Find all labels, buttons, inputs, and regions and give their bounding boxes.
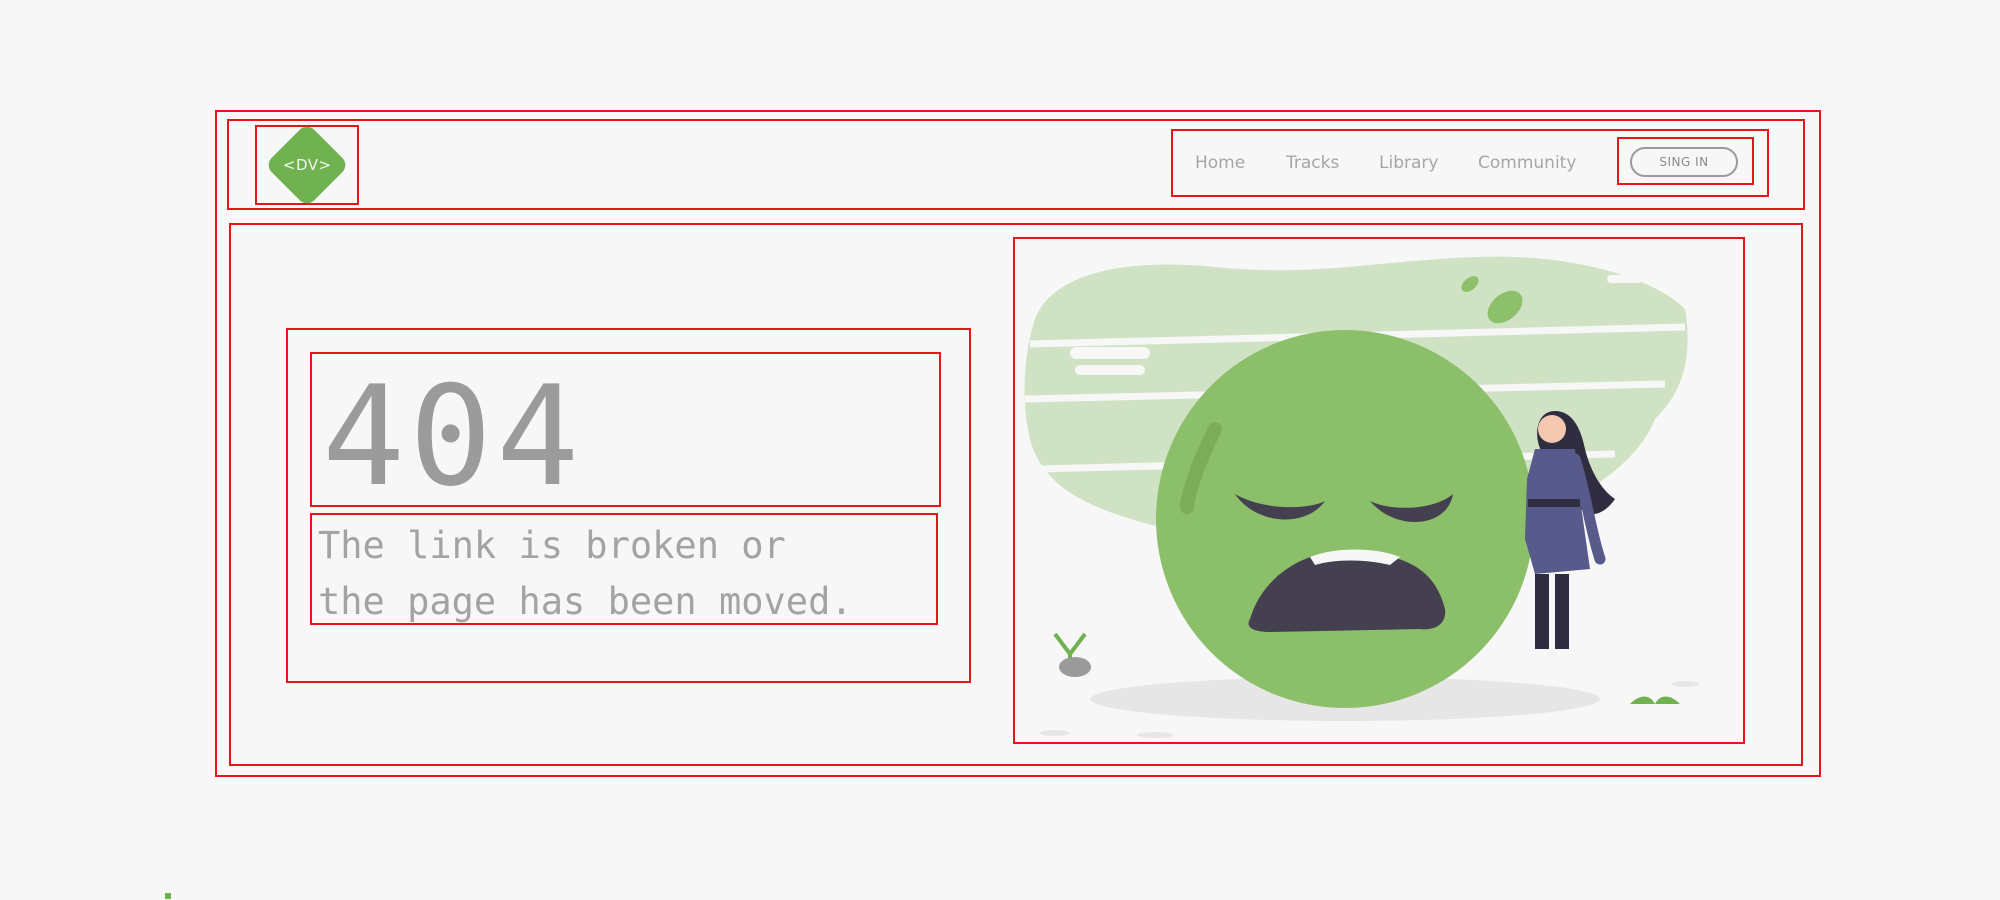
blob-pill-white: [1070, 347, 1150, 359]
logo-diamond-icon: <DV>: [264, 122, 350, 208]
woman-left-boot: [1535, 574, 1549, 649]
error-message: The link is broken or the page has been …: [318, 518, 853, 630]
rock-left: [1059, 657, 1091, 677]
ground-dash-3: [1671, 681, 1699, 687]
sad-face-circle: [1156, 330, 1534, 708]
blob-pill-white-4: [1607, 275, 1642, 283]
sign-in-button[interactable]: SING IN: [1630, 147, 1738, 177]
sad-face-illustration: [1013, 237, 1745, 744]
error-code-box: 404: [310, 352, 941, 507]
ground-dash-1: [1040, 730, 1070, 736]
error-message-box: The link is broken or the page has been …: [310, 513, 938, 625]
woman-right-boot: [1555, 574, 1569, 649]
corner-mark: [165, 893, 171, 899]
nav-link-home[interactable]: Home: [1195, 153, 1245, 173]
error-message-line-2: the page has been moved.: [318, 580, 853, 623]
logo[interactable]: <DV>: [255, 122, 359, 208]
error-code: 404: [322, 356, 584, 517]
plant-right-icon: [1630, 696, 1680, 704]
illustration-svg: [1024, 256, 1699, 738]
nav-link-community[interactable]: Community: [1478, 153, 1576, 173]
plant-left-icon: [1053, 632, 1087, 659]
error-message-line-1: The link is broken or: [318, 524, 786, 567]
blob-pill-white-2: [1075, 365, 1145, 375]
woman-belt: [1528, 499, 1580, 507]
blob-pill-white-3: [1615, 257, 1655, 265]
logo-text: <DV>: [282, 156, 332, 174]
ground-dash-2: [1137, 732, 1173, 738]
nav-link-library[interactable]: Library: [1379, 153, 1438, 173]
woman-head: [1538, 415, 1566, 443]
nav-link-tracks[interactable]: Tracks: [1286, 153, 1339, 173]
signin-wrapper: SING IN: [1617, 137, 1754, 185]
